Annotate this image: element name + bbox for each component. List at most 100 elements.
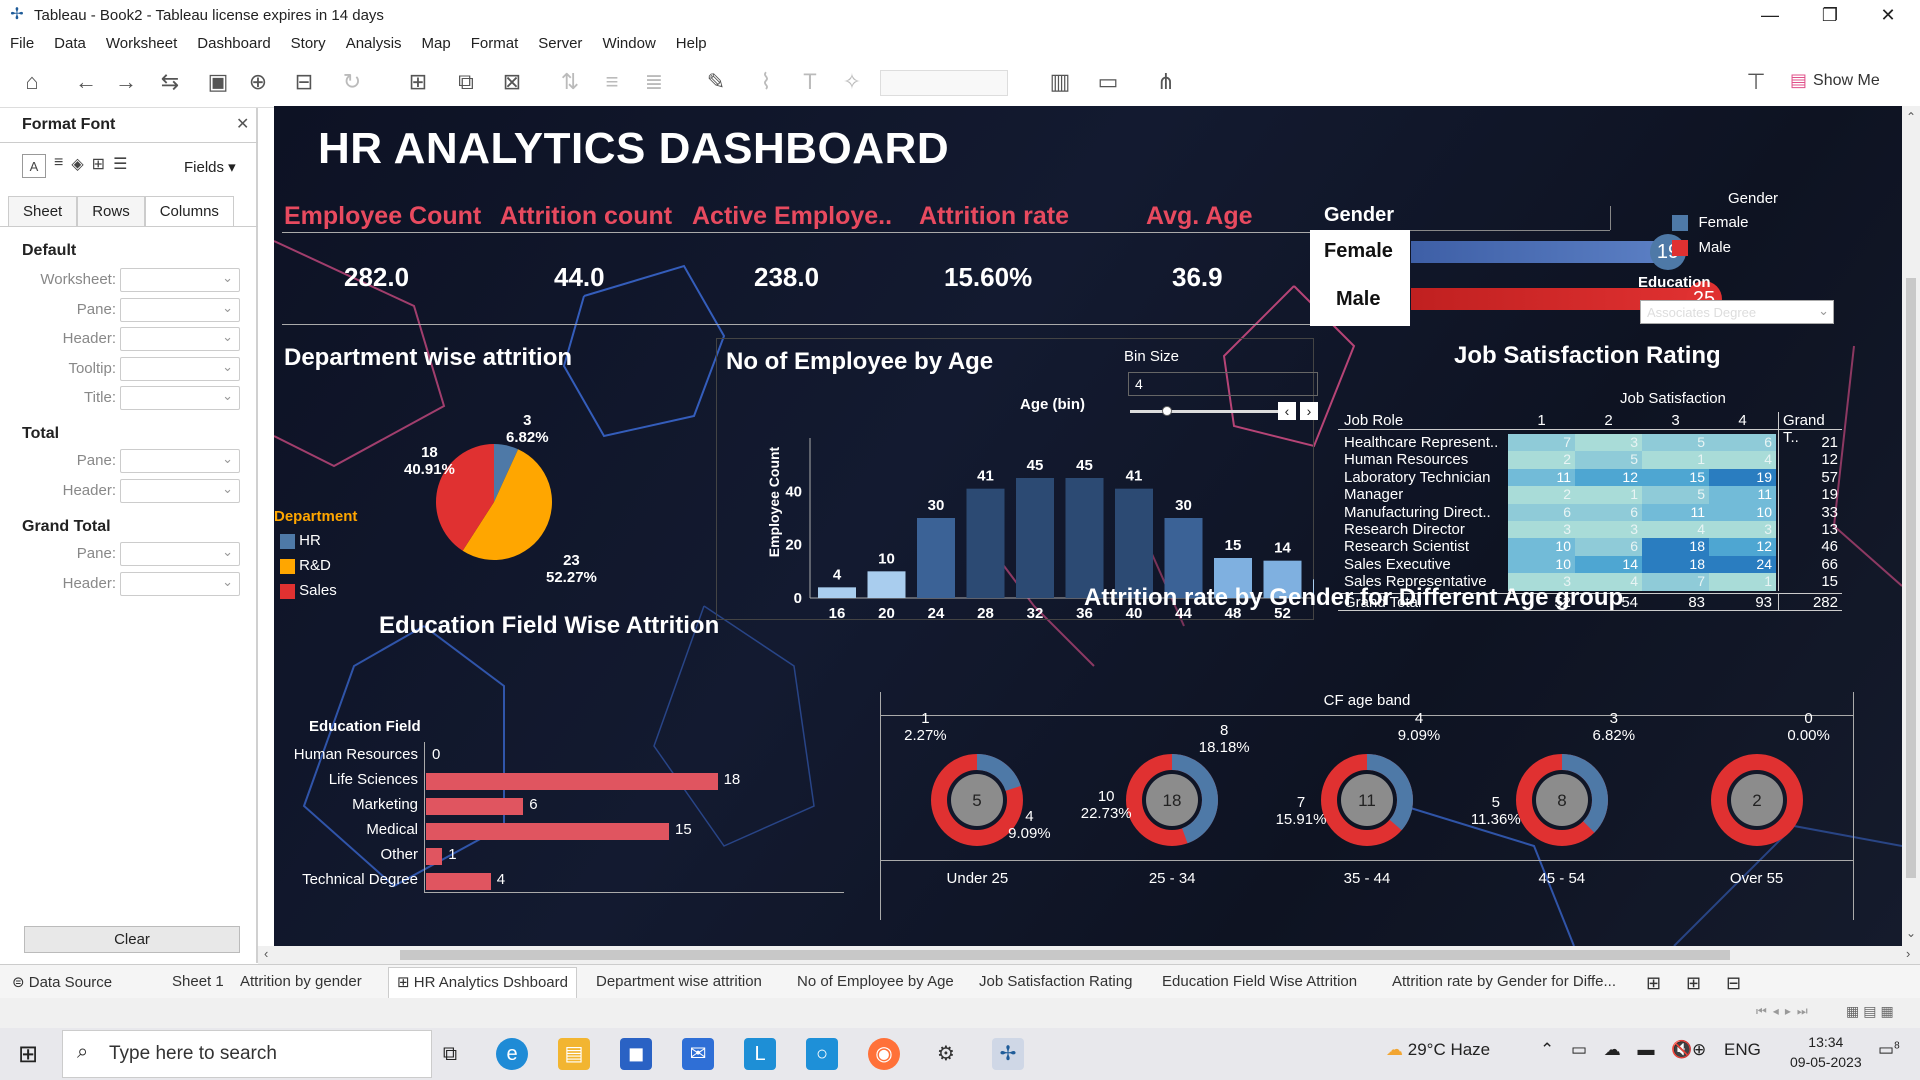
education-filter-dropdown[interactable]: Associates Degree ⌄ (1640, 300, 1834, 324)
table-row[interactable]: Manufacturing Direct.. 6 6 11 10 33 (1338, 503, 1842, 521)
close-icon[interactable]: ✕ (1858, 0, 1918, 30)
l-app-icon[interactable]: L (744, 1038, 776, 1070)
job-cell[interactable]: 10 (1709, 503, 1776, 521)
edu-bar[interactable] (426, 873, 491, 890)
save-icon[interactable]: ▣ (204, 68, 232, 96)
tab-data-source[interactable]: ⊜ Data Source (12, 973, 112, 991)
edu-bar[interactable] (426, 798, 524, 815)
job-cell[interactable]: 1 (1709, 573, 1776, 591)
table-row[interactable]: Human Resources 2 5 1 4 12 (1338, 451, 1842, 469)
menu-window[interactable]: Window (602, 35, 655, 52)
presentation-icon[interactable]: ▭ (1094, 68, 1122, 96)
job-cell[interactable]: 11 (1709, 486, 1776, 504)
job-cell[interactable]: 3 (1709, 521, 1776, 539)
job-cell[interactable]: 6 (1508, 503, 1575, 521)
format-dropdown[interactable]: ⌄ (120, 386, 240, 410)
new-datasource-icon[interactable]: ⊕ (244, 68, 272, 96)
band-donuts[interactable]: 5 1 2.27% 4 9.09% Under 25 18 8 18.18% 10 22.73% 25… (880, 710, 1854, 920)
firefox-icon[interactable]: ◉ (868, 1038, 900, 1070)
table-row[interactable]: Sales Executive 10 14 18 24 66 (1338, 555, 1842, 574)
undo-icon[interactable]: ← (72, 68, 100, 96)
job-cell[interactable]: 3 (1575, 434, 1642, 452)
format-dropdown[interactable]: ⌄ (120, 572, 240, 596)
bin-slider-handle[interactable] (1162, 406, 1172, 416)
new-story-tab-icon[interactable]: ⊟ (1726, 973, 1741, 994)
age-bar[interactable] (917, 518, 955, 598)
menu-help[interactable]: Help (676, 35, 707, 52)
replay-icon[interactable]: ⇆ (150, 68, 190, 96)
restore-icon[interactable]: ❐ (1800, 0, 1860, 30)
band-donut[interactable]: 8 (1515, 754, 1608, 846)
borders-icon[interactable]: ⊞ (92, 154, 105, 178)
menu-format[interactable]: Format (471, 35, 519, 52)
shading-icon[interactable]: ◈ (71, 154, 83, 178)
vertical-scrollbar[interactable]: ⌃ ⌄ (1902, 106, 1920, 946)
new-worksheet-tab-icon[interactable]: ⊞ (1646, 973, 1661, 994)
redo-icon[interactable]: → (112, 68, 140, 96)
female-bar[interactable] (1411, 241, 1666, 263)
alignment-icon[interactable]: ≡ (54, 154, 63, 178)
job-cell[interactable]: 24 (1709, 555, 1776, 574)
gender-legend-male[interactable]: Male (1672, 239, 1731, 257)
job-cell[interactable]: 5 (1575, 451, 1642, 469)
share-icon[interactable]: ⋔ (1152, 68, 1180, 96)
new-dashboard-tab-icon[interactable]: ⊞ (1686, 973, 1701, 994)
band-donut[interactable]: 2 (1710, 754, 1803, 846)
table-row[interactable]: Research Scientist 10 6 18 12 46 (1338, 538, 1842, 556)
format-dropdown[interactable]: ⌄ (120, 479, 240, 503)
job-cell[interactable]: 10 (1508, 555, 1575, 574)
table-row[interactable]: Research Director 3 3 4 3 13 (1338, 521, 1842, 539)
table-row[interactable]: Healthcare Represent.. 7 3 5 6 21 (1338, 434, 1842, 452)
age-bar[interactable] (867, 571, 906, 598)
job-cell[interactable]: 4 (1709, 451, 1776, 469)
mail-icon[interactable]: ✉ (682, 1038, 714, 1070)
age-bar[interactable] (1065, 478, 1104, 598)
tab-rows[interactable]: Rows (77, 196, 145, 226)
font-icon[interactable]: A (22, 154, 46, 178)
new-worksheet-icon[interactable]: ⊞ (398, 68, 438, 96)
gender-legend-female[interactable]: Female (1672, 214, 1748, 232)
notifications-icon[interactable]: ▭8 (1878, 1040, 1900, 1060)
menu-story[interactable]: Story (291, 35, 326, 52)
job-cell[interactable]: 11 (1508, 468, 1575, 487)
tableau-taskbar-icon[interactable]: ✢ (992, 1038, 1024, 1070)
refresh-icon[interactable]: ↻ (332, 68, 372, 96)
job-cell[interactable]: 7 (1508, 434, 1575, 452)
clock[interactable]: 13:34 09-05-2023 (1790, 1032, 1862, 1072)
dept-legend-rd[interactable]: R&D (280, 557, 331, 574)
system-tray-icons[interactable]: ⌃ ▭ ☁ ▬ 🔇 (1540, 1040, 1698, 1060)
edu-bar[interactable] (426, 773, 718, 790)
taskbar-search[interactable]: ⌕ Type here to search (62, 1030, 432, 1078)
job-cell[interactable]: 6 (1709, 434, 1776, 452)
job-cell[interactable]: 18 (1642, 555, 1709, 574)
show-cards-icon[interactable]: ▥ (1040, 68, 1080, 96)
minimize-icon[interactable]: — (1740, 0, 1800, 30)
format-painter-icon[interactable]: ⊤ (1742, 68, 1770, 96)
format-dropdown[interactable]: ⌄ (120, 298, 240, 322)
settings-icon[interactable]: ⚙ (930, 1038, 962, 1070)
store-icon[interactable]: ◼ (620, 1038, 652, 1070)
menu-analysis[interactable]: Analysis (346, 35, 402, 52)
job-cell[interactable]: 2 (1508, 486, 1575, 504)
age-bar[interactable] (1016, 478, 1054, 598)
job-cell[interactable]: 6 (1575, 503, 1642, 521)
job-cell[interactable]: 5 (1642, 434, 1709, 452)
band-donut[interactable]: 11 (1321, 754, 1413, 846)
task-view-icon[interactable]: ⧉ (434, 1038, 466, 1070)
file-explorer-icon[interactable]: ▤ (558, 1038, 590, 1070)
weather-widget[interactable]: ☁ 29°C Haze (1386, 1040, 1490, 1060)
show-me-button[interactable]: ▤ Show Me (1790, 70, 1880, 91)
sort-asc-icon[interactable]: ≡ (598, 68, 626, 96)
edge-icon[interactable]: e (496, 1038, 528, 1070)
tab-job-satisfaction-rating[interactable]: Job Satisfaction Rating (979, 973, 1132, 990)
menu-worksheet[interactable]: Worksheet (106, 35, 177, 52)
job-cell[interactable]: 7 (1642, 573, 1709, 591)
language-indicator[interactable]: ENG (1724, 1040, 1761, 1060)
clear-button[interactable]: Clear (24, 926, 240, 953)
table-row[interactable]: Laboratory Technician 11 12 15 19 57 (1338, 468, 1842, 487)
tab-attrition-rate-by-gender[interactable]: Attrition rate by Gender for Diffe... (1392, 973, 1616, 990)
menu-data[interactable]: Data (54, 35, 86, 52)
tab-attrition-by-gender[interactable]: Attrition by gender (240, 973, 362, 990)
job-cell[interactable]: 14 (1575, 555, 1642, 574)
edu-bar[interactable] (426, 848, 443, 865)
